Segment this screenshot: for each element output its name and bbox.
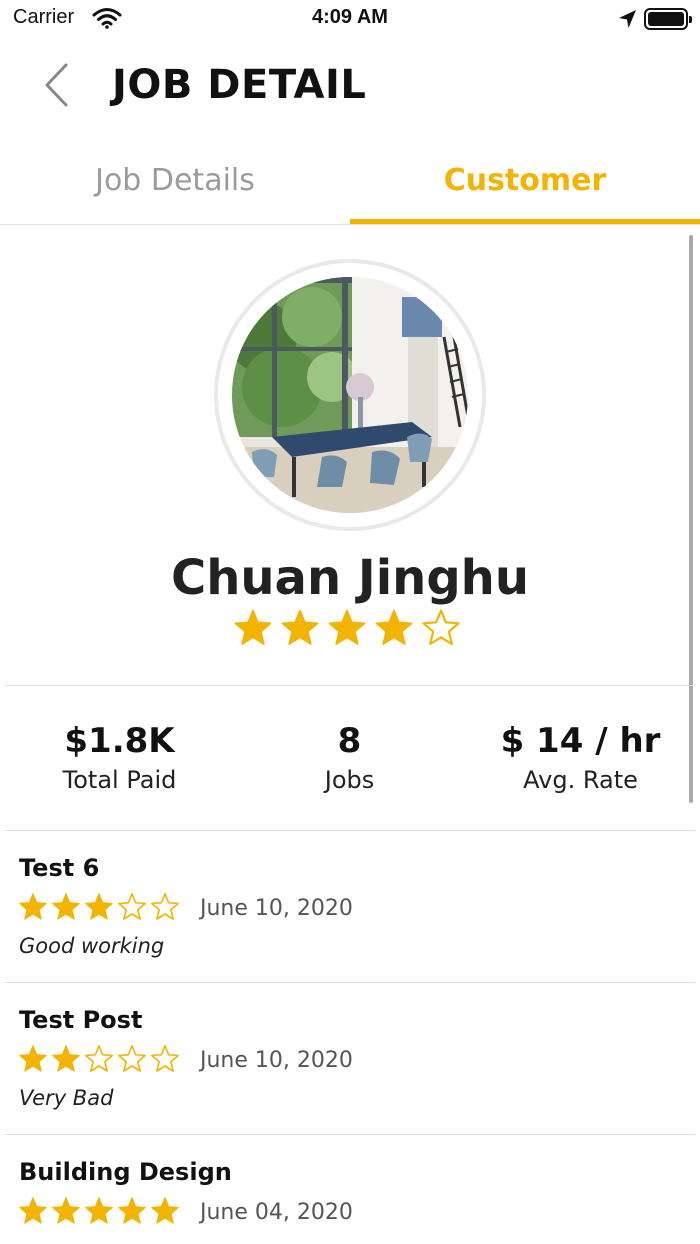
- review-rating: [18, 892, 183, 924]
- star-empty-icon: [421, 609, 460, 646]
- star-filled-icon: [19, 1197, 47, 1224]
- stat-value: $1.8K: [64, 721, 175, 761]
- divider: [5, 982, 695, 983]
- star-empty-icon: [118, 893, 146, 920]
- review-rating: [18, 1196, 183, 1228]
- stat-jobs: 8 Jobs: [233, 718, 466, 794]
- star-empty-icon: [151, 1045, 179, 1072]
- star-filled-icon: [52, 893, 80, 920]
- review-title: Building Design: [19, 1158, 232, 1186]
- stat-total-paid: $1.8K Total Paid: [3, 718, 236, 794]
- review-title: Test Post: [19, 1006, 143, 1034]
- star-filled-icon: [52, 1197, 80, 1224]
- battery-icon: [644, 8, 692, 30]
- review-title: Test 6: [19, 854, 100, 882]
- review-comment: Very Bad: [19, 1086, 114, 1110]
- review-date: June 04, 2020: [200, 1200, 353, 1225]
- star-filled-icon: [375, 609, 412, 645]
- stat-value: $ 14 / hr: [500, 721, 661, 761]
- customer-screen: Carrier 4:09 AM JOB DETAIL Job Details C…: [0, 0, 700, 1244]
- clock: 4:09 AM: [312, 6, 388, 28]
- review-item[interactable]: Test Post June 10, 2020 Very Bad: [0, 1006, 700, 1134]
- star-filled-icon: [328, 609, 365, 645]
- star-empty-icon: [85, 1045, 113, 1072]
- review-comment: Good working: [19, 934, 165, 958]
- customer-name: Chuan Jinghu: [170, 550, 530, 606]
- stat-label: Avg. Rate: [523, 766, 638, 794]
- stat-value: 8: [337, 721, 362, 761]
- star-filled-icon: [52, 1045, 80, 1072]
- location-arrow-icon: [618, 9, 638, 33]
- tab-divider: [0, 224, 700, 225]
- review-rating: [18, 1044, 183, 1076]
- star-filled-icon: [281, 609, 318, 645]
- avatar: [232, 277, 468, 513]
- chevron-left-icon: [45, 63, 68, 107]
- review-date: June 10, 2020: [200, 1048, 353, 1073]
- customer-rating: [0, 608, 700, 648]
- review-item[interactable]: Building Design June 04, 2020: [0, 1158, 700, 1244]
- star-filled-icon: [19, 1045, 47, 1072]
- avatar-image: [232, 277, 468, 513]
- star-filled-icon: [118, 1197, 146, 1224]
- stat-label: Jobs: [324, 766, 375, 794]
- star-filled-icon: [234, 609, 271, 645]
- star-filled-icon: [85, 893, 113, 920]
- review-date: June 10, 2020: [200, 896, 353, 921]
- divider: [5, 685, 695, 686]
- divider: [5, 830, 695, 831]
- star-empty-icon: [151, 893, 179, 920]
- page-title: JOB DETAIL: [112, 62, 367, 108]
- tab-customer[interactable]: Customer: [350, 150, 700, 224]
- stat-avg-rate: $ 14 / hr Avg. Rate: [464, 718, 697, 794]
- review-item[interactable]: Test 6 June 10, 2020 Good working: [0, 854, 700, 982]
- star-filled-icon: [151, 1197, 179, 1224]
- star-filled-icon: [85, 1197, 113, 1224]
- tab-job-details[interactable]: Job Details: [0, 150, 350, 224]
- divider: [5, 1134, 695, 1135]
- star-empty-icon: [118, 1045, 146, 1072]
- status-bar: Carrier 4:09 AM: [0, 0, 700, 40]
- back-button[interactable]: [38, 60, 78, 110]
- star-filled-icon: [19, 893, 47, 920]
- stat-label: Total Paid: [62, 766, 177, 794]
